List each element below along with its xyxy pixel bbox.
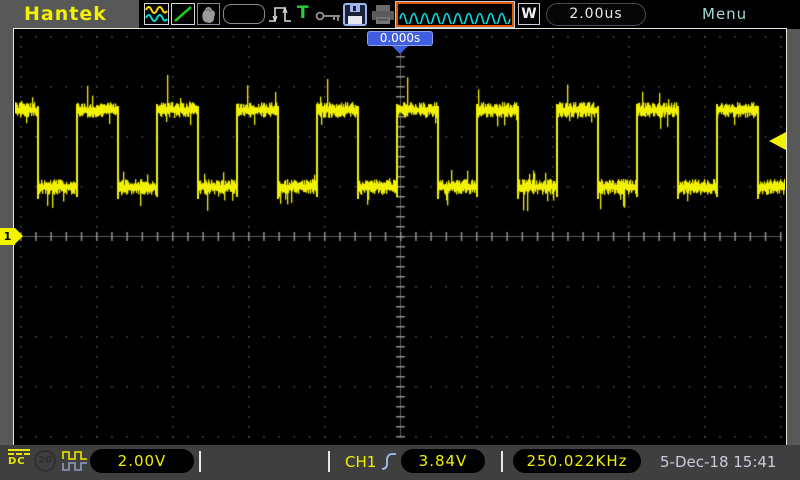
burst-wave-path [399, 12, 511, 24]
dc-solid-line [8, 449, 30, 451]
bandwidth-20mhz-badge: 20 [34, 450, 56, 472]
datetime-label: 5-Dec-18 15:41 [660, 453, 777, 471]
coupling-label: DC [8, 456, 26, 467]
pulse-width-trigger-icon[interactable] [268, 4, 294, 29]
trigger-position-marker[interactable]: 0.000s [367, 31, 433, 46]
brand-logo: Hantek [24, 3, 107, 25]
line-style-icon[interactable] [171, 3, 195, 25]
separator [501, 451, 503, 472]
coupling-dc-icon[interactable]: DC [8, 448, 32, 467]
signal-burst-icon[interactable] [395, 1, 515, 28]
window-icon[interactable]: W [518, 3, 540, 25]
trigger-position-pointer-icon [392, 46, 408, 54]
menu-button[interactable]: Menu [702, 5, 747, 23]
graticule-canvas [15, 30, 785, 444]
status-bar: DC 20 2.00V CH1 3.84V 250.022KHz 5-Dec-1… [0, 445, 800, 480]
save-icon[interactable] [343, 3, 368, 30]
waveform-invert-icon[interactable] [62, 450, 89, 476]
separator [328, 451, 330, 472]
dc-dashed-line [8, 453, 30, 455]
volts-per-div-readout[interactable]: 2.00V [90, 449, 194, 473]
rising-edge-icon [381, 450, 397, 477]
frequency-counter-readout[interactable]: 250.022KHz [513, 449, 641, 473]
timebase-readout[interactable]: 2.00us [546, 3, 646, 26]
empty-slot [223, 4, 265, 24]
key-lock-icon[interactable] [315, 8, 342, 27]
separator [199, 451, 201, 472]
channel1-marker[interactable]: 1 [0, 228, 15, 245]
channel1-marker-tip-icon [15, 228, 23, 244]
channel-waves-icon[interactable] [144, 3, 169, 25]
trigger-source-label: CH1 [345, 453, 377, 471]
logo-panel: Hantek [0, 0, 139, 29]
right-margin [786, 29, 800, 445]
trigger-level-arrow[interactable] [769, 132, 786, 150]
oscilloscope-screen: Hantek T W 2.00us Menu 0.000s 1 DC 20 2.… [0, 0, 800, 480]
top-bar: Hantek T W 2.00us Menu [0, 0, 800, 29]
trigger-t-icon[interactable]: T [297, 3, 309, 23]
print-icon[interactable] [371, 4, 395, 29]
hand-hold-icon[interactable] [197, 3, 220, 25]
trigger-level-readout[interactable]: 3.84V [401, 449, 485, 473]
